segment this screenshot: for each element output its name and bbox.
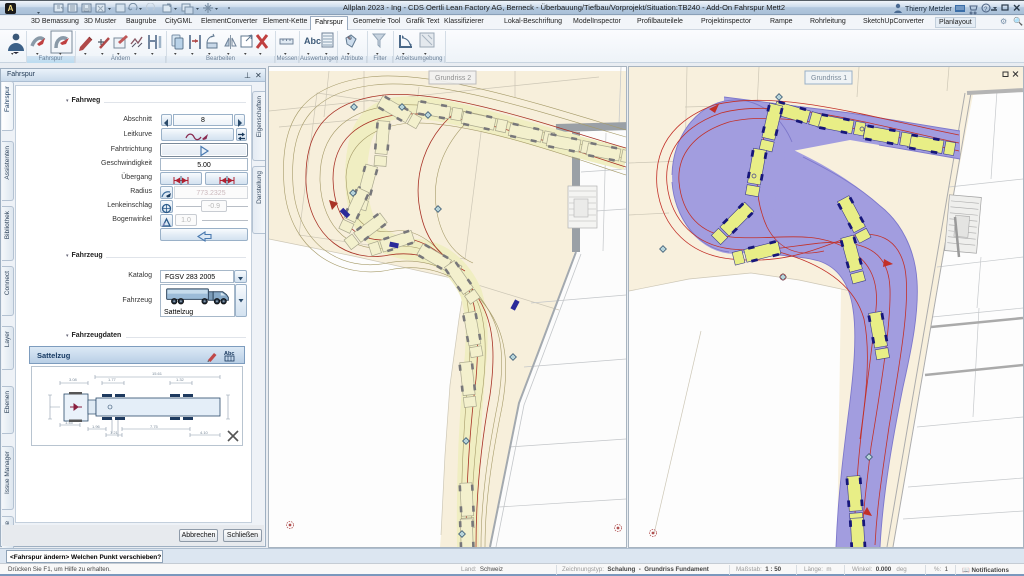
svg-text:Grundriss 2: Grundriss 2: [435, 75, 471, 82]
svg-text:Abc: Abc: [304, 36, 321, 46]
svg-text:3.08: 3.08: [69, 377, 78, 382]
svg-text:1.77: 1.77: [108, 377, 117, 382]
svg-text:1.32: 1.32: [176, 377, 185, 382]
svg-text:Grundriss 1: Grundriss 1: [811, 75, 847, 82]
svg-text:1.96: 1.96: [92, 424, 101, 429]
svg-text:1.21: 1.21: [110, 430, 119, 435]
svg-text:4.10: 4.10: [200, 430, 209, 435]
svg-text:Thierry Metzler: Thierry Metzler: [905, 6, 952, 13]
svg-text:15.61: 15.61: [152, 371, 163, 376]
svg-text:✎: ✎: [347, 36, 351, 42]
svg-text:7.75: 7.75: [150, 424, 159, 429]
